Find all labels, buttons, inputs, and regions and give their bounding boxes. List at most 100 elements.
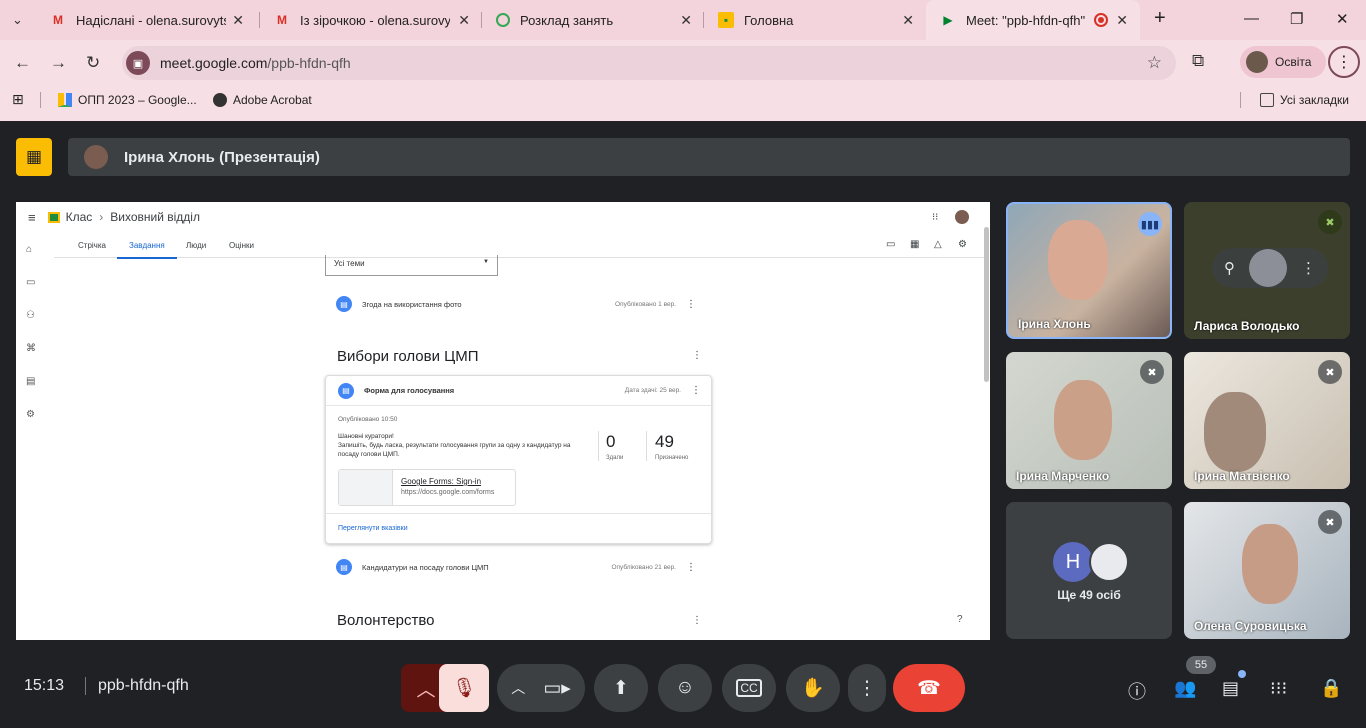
assignment-card: ▤ Форма для голосування Дата здачі: 25 в…	[325, 375, 712, 544]
archive-icon: ▤	[26, 376, 36, 387]
assignment-icon: ▤	[338, 382, 354, 399]
mic-off-icon: ✖	[1318, 210, 1342, 234]
gmail-icon: M	[53, 13, 63, 27]
view-instructions-link: Переглянути вказівки	[326, 513, 711, 544]
tab-search-icon[interactable]: ⌄	[12, 12, 23, 28]
more-icon: ⋮	[691, 385, 701, 396]
drive-icon: △	[934, 239, 942, 250]
topic-filter: Усі теми ▼	[325, 255, 498, 276]
classroom-tabs: Стрічка Завдання Люди Оцінки ▭ ▦ △ ⚙	[54, 232, 984, 259]
avatar	[1249, 249, 1287, 287]
more-icon: ⋮	[686, 561, 696, 573]
tab-meet[interactable]: ▶ Meet: "ppb-hfdn-qfh" ✕	[926, 0, 1140, 40]
leave-call-button[interactable]: ☎	[893, 664, 965, 712]
raise-hand-button[interactable]: ✋	[786, 664, 840, 712]
list-item: ▤ Згода на використання фото Опублікован…	[336, 292, 706, 316]
shared-screen: ≡ Клас › Виховний відділ ⁝⁝ ⌂ ▭ ⚇ ⌘ ▤ ⚙ …	[16, 202, 990, 640]
mic-toggle-button[interactable]: 🎙	[439, 664, 489, 712]
recording-indicator-icon	[1094, 13, 1108, 27]
assignment-icon: ▤	[336, 559, 352, 575]
tab-people: Люди	[186, 241, 207, 250]
close-window-icon[interactable]: ✕	[1336, 10, 1349, 28]
tab-schedule[interactable]: Розклад занять ✕	[482, 0, 704, 40]
close-tab-icon[interactable]: ✕	[458, 12, 470, 29]
list-item: ▤ Кандидатури на посаду голови ЦМП Опубл…	[336, 555, 706, 579]
bookmark-opp[interactable]: ОПП 2023 – Google...	[58, 93, 197, 107]
close-tab-icon[interactable]: ✕	[902, 12, 914, 29]
classroom-rail: ⌂ ▭ ⚇ ⌘ ▤ ⚙	[26, 244, 42, 442]
presenter-avatar	[84, 145, 108, 169]
close-tab-icon[interactable]: ✕	[232, 12, 244, 29]
forward-icon[interactable]: →	[50, 53, 67, 73]
settings-icon: ⚙	[26, 409, 35, 420]
apps-grid-icon[interactable]: ⊞	[12, 91, 24, 108]
participant-tile[interactable]: ✖ Ірина Матвієнко	[1184, 352, 1350, 489]
emoji-icon: ☺	[675, 677, 695, 698]
reactions-button[interactable]: ☺	[658, 664, 712, 712]
all-bookmarks[interactable]: Усі закладки	[1260, 93, 1349, 107]
site-info-icon[interactable]: ▣	[126, 51, 150, 75]
tab-classwork: Завдання	[117, 241, 177, 259]
profile-button[interactable]: Освіта	[1240, 46, 1326, 78]
meeting-info-icon[interactable]: ⓘ	[1128, 678, 1146, 704]
participant-tile-more[interactable]: H Ще 49 осіб	[1006, 502, 1172, 639]
unread-dot	[1238, 670, 1246, 678]
classroom-icon: ▪	[718, 12, 734, 28]
more-options-icon[interactable]: ⋮	[1301, 259, 1316, 277]
menu-icon: ≡	[28, 209, 36, 225]
avatar	[955, 210, 969, 224]
presentation-icon[interactable]: ▦	[16, 138, 52, 176]
home-icon: ⌂	[26, 244, 33, 255]
captions-icon: CC	[736, 679, 762, 697]
browser-menu-icon[interactable]: ⋮	[1328, 46, 1360, 78]
tab-grades: Оцінки	[229, 241, 254, 250]
section-title: Волонтерство	[337, 612, 435, 629]
new-tab-icon[interactable]: +	[1154, 7, 1166, 30]
folder-icon	[1260, 93, 1274, 107]
present-button[interactable]: ⬆	[594, 664, 648, 712]
url-text: meet.google.com/ppb-hfdn-qfh	[160, 55, 351, 71]
reload-icon[interactable]: ↻	[86, 53, 100, 73]
participant-tile[interactable]: ▮▮▮ Ірина Хлонь	[1006, 202, 1172, 339]
address-bar[interactable]: ▣ meet.google.com/ppb-hfdn-qfh ☆	[122, 46, 1176, 80]
participant-tile[interactable]: ✖ Олена Суровицька	[1184, 502, 1350, 639]
camera-toggle-button[interactable]: ︿ ▭▸	[497, 664, 585, 712]
site-icon	[496, 13, 510, 27]
tab-classroom-home[interactable]: ▪ Головна ✕	[704, 0, 926, 40]
globe-icon	[213, 93, 227, 107]
host-controls-icon[interactable]: 🔒	[1320, 678, 1342, 699]
restore-icon[interactable]: ❐	[1290, 10, 1303, 28]
tab-strip: ⌄ M Надіслані - olena.surovytska ✕ M Із …	[0, 0, 1366, 40]
more-icon: ⋮	[857, 677, 877, 699]
meeting-time: 15:13	[24, 677, 65, 694]
avatar: H	[1053, 542, 1093, 582]
google-drive-icon	[58, 93, 72, 107]
chat-icon[interactable]: ▤	[1222, 678, 1239, 699]
classroom-header: ≡ Клас › Виховний відділ ⁝⁝	[16, 202, 990, 232]
tab-starred-mail[interactable]: M Із зірочкою - olena.surovyts ✕	[260, 0, 482, 40]
assigned-count: 49	[655, 432, 674, 451]
participant-tile[interactable]: ✖ Ірина Марченко	[1006, 352, 1172, 489]
tab-sent-mail[interactable]: M Надіслані - olena.surovytska ✕	[36, 0, 256, 40]
close-tab-icon[interactable]: ✕	[680, 12, 692, 29]
scrollbar	[984, 227, 989, 382]
mic-off-icon: ✖	[1318, 360, 1342, 384]
meet-icon: ▭	[886, 239, 896, 250]
handed-in-count: 0	[606, 432, 616, 451]
extensions-icon[interactable]: ⧉	[1192, 51, 1204, 71]
activities-icon[interactable]: ⁝⁝⁝	[1270, 678, 1287, 699]
captions-button[interactable]: CC	[722, 664, 776, 712]
pin-icon[interactable]: ⚲	[1224, 259, 1235, 277]
avatar	[1089, 542, 1129, 582]
bookmark-star-icon[interactable]: ☆	[1147, 53, 1162, 73]
tab-stream: Стрічка	[78, 241, 106, 250]
browser-chrome: ⌄ M Надіслані - olena.surovytska ✕ M Із …	[0, 0, 1366, 121]
more-options-button[interactable]: ⋮	[848, 664, 886, 712]
participant-tile[interactable]: ⚲ ⋮ ✖ Лариса Володько	[1184, 202, 1350, 339]
close-tab-icon[interactable]: ✕	[1116, 12, 1128, 29]
bookmark-acrobat[interactable]: Adobe Acrobat	[213, 93, 312, 107]
back-icon[interactable]: ←	[14, 53, 31, 73]
speaking-indicator-icon: ▮▮▮	[1138, 212, 1162, 236]
minimize-icon[interactable]: —	[1244, 10, 1259, 27]
people-icon[interactable]: 👥	[1174, 678, 1196, 699]
